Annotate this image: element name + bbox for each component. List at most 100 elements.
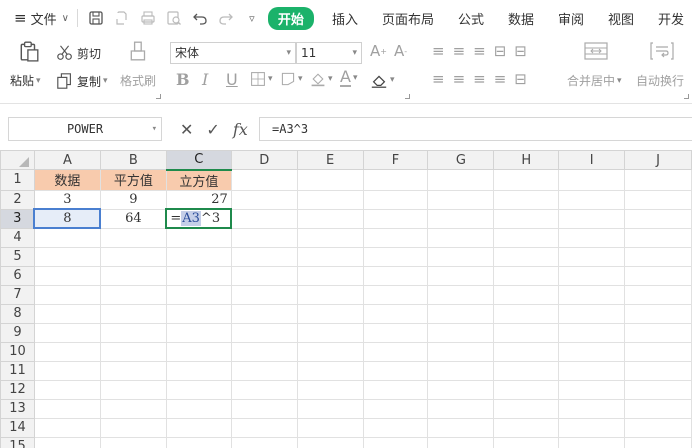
cell[interactable] (493, 246, 560, 267)
row-header[interactable]: 6 (0, 265, 35, 286)
format-painter-button[interactable]: 格式刷 (120, 72, 156, 89)
tab-insert[interactable]: 插入 (332, 9, 358, 28)
cell[interactable] (493, 341, 560, 362)
tab-home[interactable]: 开始 (267, 6, 314, 30)
cell[interactable] (624, 169, 692, 191)
cell[interactable] (624, 379, 692, 400)
tab-formulas[interactable]: 公式 (458, 9, 484, 28)
cell[interactable] (362, 227, 429, 248)
wrap-text-button[interactable]: 自动换行 (636, 72, 684, 89)
cell[interactable] (99, 360, 167, 381)
cell[interactable] (624, 189, 692, 210)
undo-icon[interactable] (190, 8, 210, 28)
column-header[interactable]: A (33, 150, 101, 170)
cell[interactable] (624, 417, 692, 438)
cell[interactable] (427, 189, 495, 210)
cell-b1[interactable]: 平方值 (99, 169, 167, 191)
cell[interactable] (558, 303, 626, 324)
cell[interactable] (99, 227, 167, 248)
cell[interactable] (427, 246, 495, 267)
cell[interactable] (99, 322, 167, 343)
cell[interactable] (296, 227, 364, 248)
column-header[interactable]: E (296, 150, 364, 170)
cell[interactable] (624, 322, 692, 343)
name-box[interactable]: POWER ▾ (8, 117, 162, 141)
cell[interactable] (230, 417, 298, 438)
cell[interactable] (230, 322, 298, 343)
cell[interactable] (99, 303, 167, 324)
merge-center-button[interactable]: 合并居中 ▾ (567, 72, 622, 89)
cell[interactable] (230, 246, 298, 267)
font-name-select[interactable]: 宋体 ▾ (170, 42, 296, 64)
paste-icon[interactable] (18, 40, 40, 62)
cell[interactable] (296, 341, 364, 362)
cell[interactable] (493, 398, 560, 419)
cell[interactable] (230, 360, 298, 381)
column-header[interactable]: B (99, 150, 167, 170)
cell[interactable] (558, 169, 626, 191)
formula-input[interactable]: =A3^3 (259, 117, 692, 141)
cell[interactable] (33, 246, 101, 267)
cell[interactable] (427, 208, 495, 229)
cell[interactable] (33, 417, 101, 438)
cell[interactable] (165, 246, 232, 267)
cell[interactable] (493, 417, 560, 438)
font-group-launcher[interactable] (405, 94, 410, 99)
column-header[interactable]: F (362, 150, 429, 170)
clear-format-icon[interactable]: ▾ (370, 71, 395, 89)
alignment-group-launcher[interactable] (684, 94, 689, 99)
cell[interactable] (33, 227, 101, 248)
cell[interactable] (427, 303, 495, 324)
cell[interactable] (33, 398, 101, 419)
cell[interactable] (165, 227, 232, 248)
cell[interactable] (165, 360, 232, 381)
cell[interactable] (99, 379, 167, 400)
row-header[interactable]: 9 (0, 322, 35, 343)
cell[interactable] (296, 246, 364, 267)
cell[interactable] (427, 379, 495, 400)
file-menu[interactable]: ≡ 文件 ∨ (14, 9, 69, 28)
cell[interactable] (362, 417, 429, 438)
row-header[interactable]: 15 (0, 436, 35, 448)
cell[interactable] (33, 322, 101, 343)
cell[interactable] (230, 436, 298, 448)
cell[interactable] (165, 303, 232, 324)
cell[interactable] (624, 284, 692, 305)
cell-a3[interactable]: 8 (33, 208, 102, 229)
cell[interactable] (33, 436, 101, 448)
cell[interactable] (296, 360, 364, 381)
cell[interactable] (362, 303, 429, 324)
column-header[interactable]: G (427, 150, 495, 170)
cell[interactable] (493, 169, 560, 191)
cell[interactable] (165, 284, 232, 305)
row-header[interactable]: 1 (0, 169, 35, 191)
cell[interactable] (362, 360, 429, 381)
cell[interactable] (493, 436, 560, 448)
cell[interactable] (230, 169, 298, 191)
cell[interactable] (624, 303, 692, 324)
select-all-corner[interactable] (0, 150, 35, 170)
cell[interactable] (362, 341, 429, 362)
cell[interactable] (427, 169, 495, 191)
cell[interactable] (493, 303, 560, 324)
cell-c3-editing[interactable]: =A3^3 (165, 208, 233, 229)
cell[interactable] (230, 398, 298, 419)
cell[interactable] (362, 379, 429, 400)
cell[interactable] (230, 303, 298, 324)
cell[interactable] (427, 360, 495, 381)
column-header[interactable]: H (493, 150, 560, 170)
cell[interactable] (33, 341, 101, 362)
cell[interactable] (558, 208, 626, 229)
cell[interactable] (230, 379, 298, 400)
cell[interactable] (427, 284, 495, 305)
cell[interactable] (296, 208, 364, 229)
cell[interactable] (296, 169, 364, 191)
cell[interactable] (230, 284, 298, 305)
cell[interactable] (33, 303, 101, 324)
cell[interactable] (99, 265, 167, 286)
bold-icon[interactable]: B (176, 70, 190, 89)
cell[interactable] (624, 227, 692, 248)
cell[interactable] (558, 189, 626, 210)
cell[interactable] (165, 322, 232, 343)
cell-c2[interactable]: 27 (165, 189, 232, 210)
